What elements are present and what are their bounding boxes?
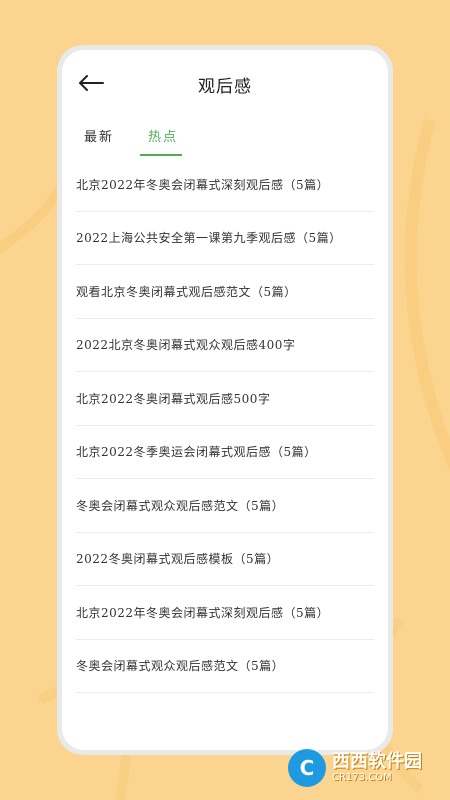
list-item[interactable]: 2022北京冬奥闭幕式观众观后感400字: [76, 319, 374, 372]
list-item[interactable]: 北京2022年冬奥会闭幕式深刻观后感（5篇）: [76, 586, 374, 640]
tab-bar: 最新 热点: [62, 116, 388, 160]
watermark: C 西西软件园 CR173.COM: [288, 748, 438, 788]
list-item-title: 冬奥会闭幕式观众观后感范文（5篇）: [76, 659, 285, 674]
article-list: 北京2022年冬奥会闭幕式深刻观后感（5篇） 2022上海公共安全第一课第九季观…: [76, 158, 374, 693]
list-item-title: 观看北京冬奥闭幕式观后感范文（5篇）: [76, 284, 297, 299]
list-item[interactable]: 北京2022冬季奥运会闭幕式观后感（5篇）: [76, 426, 374, 479]
list-item-title: 北京2022年冬奥会闭幕式深刻观后感（5篇）: [76, 605, 330, 620]
page-title: 观后感: [198, 77, 252, 97]
list-item[interactable]: 北京2022年冬奥会闭幕式深刻观后感（5篇）: [76, 158, 374, 212]
list-item[interactable]: 观看北京冬奥闭幕式观后感范文（5篇）: [76, 265, 374, 319]
app-screen: 观后感 最新 热点 北京2022年冬奥会闭幕式深刻观后感（5篇） 2022上海公…: [62, 50, 388, 750]
list-item-title: 冬奥会闭幕式观众观后感范文（5篇）: [76, 498, 285, 513]
active-tab-indicator: [140, 154, 182, 156]
header: 观后感: [62, 50, 388, 116]
watermark-text: 西西软件园 CR173.COM: [332, 753, 422, 783]
list-item[interactable]: 2022上海公共安全第一课第九季观后感（5篇）: [76, 212, 374, 265]
list-item-title: 2022冬奥闭幕式观后感模板（5篇）: [76, 552, 280, 567]
list-item[interactable]: 2022冬奥闭幕式观后感模板（5篇）: [76, 533, 374, 586]
watermark-main-text: 西西软件园: [332, 751, 422, 772]
watermark-logo-icon: C: [288, 749, 326, 787]
list-item[interactable]: 北京2022冬奥闭幕式观后感500字: [76, 372, 374, 426]
tab-hot[interactable]: 热点: [148, 126, 178, 145]
list-item-title: 2022上海公共安全第一课第九季观后感（5篇）: [76, 231, 342, 246]
list-item-title: 北京2022年冬奥会闭幕式深刻观后感（5篇）: [76, 177, 330, 192]
tab-latest[interactable]: 最新: [84, 126, 114, 145]
list-item-title: 2022北京冬奥闭幕式观众观后感400字: [76, 338, 296, 353]
list-item-title: 北京2022冬奥闭幕式观后感500字: [76, 391, 271, 406]
list-item-title: 北京2022冬季奥运会闭幕式观后感（5篇）: [76, 445, 317, 460]
list-item[interactable]: 冬奥会闭幕式观众观后感范文（5篇）: [76, 479, 374, 533]
list-item[interactable]: 冬奥会闭幕式观众观后感范文（5篇）: [76, 640, 374, 693]
watermark-sub-text: CR173.COM: [332, 772, 392, 783]
